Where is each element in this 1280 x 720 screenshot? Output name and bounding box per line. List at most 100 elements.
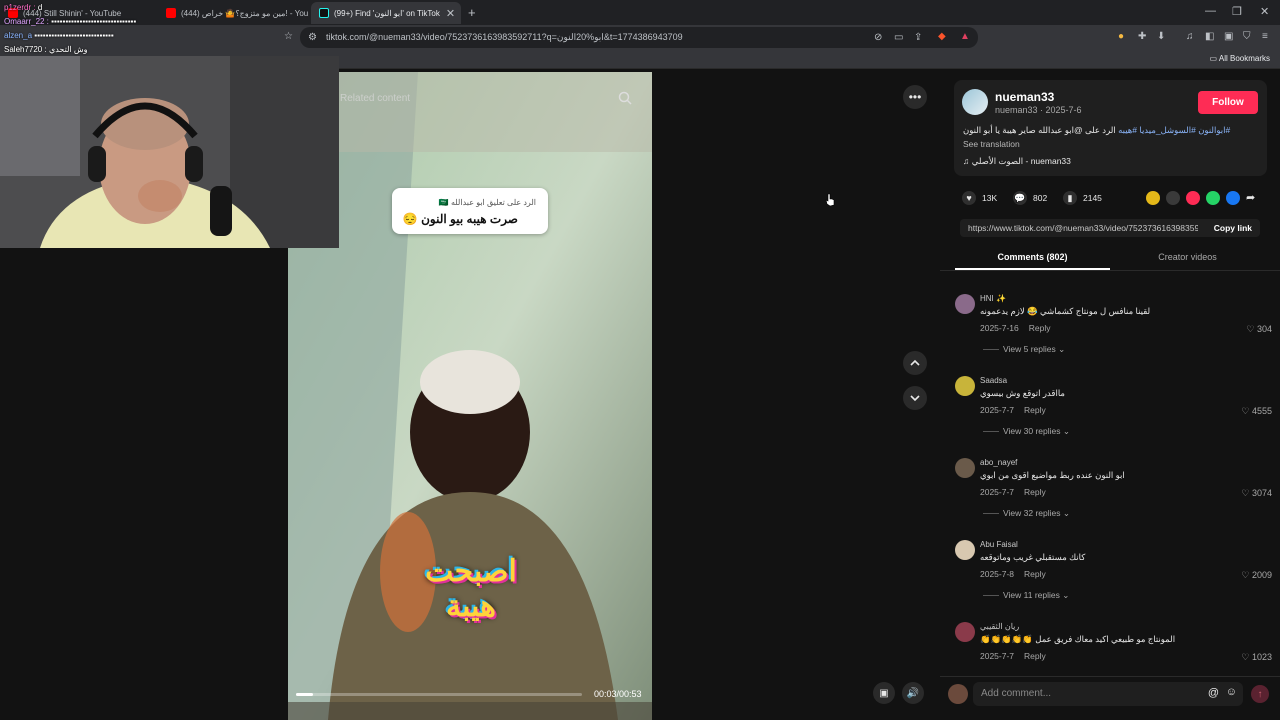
chat-text: d bbox=[37, 3, 43, 12]
comment-like[interactable]: ♡ 2009 bbox=[1241, 570, 1272, 581]
comment-stat[interactable]: 💬 802 bbox=[1013, 191, 1047, 205]
comment-count: 802 bbox=[1033, 193, 1048, 203]
extension-icon[interactable]: ● bbox=[1118, 31, 1124, 42]
view-replies-button[interactable]: View 11 replies ⌄ bbox=[983, 590, 1069, 601]
description-text: الرد على @ابو عبدالله صاير هيبة يا أبو ا… bbox=[963, 125, 1116, 135]
comment-username[interactable]: ريان الثقيبي bbox=[980, 622, 1019, 631]
comment-date: 2025-7-8 bbox=[980, 569, 1015, 579]
media-icon[interactable]: ♫ bbox=[1186, 31, 1194, 42]
close-window-icon[interactable]: ✕ bbox=[1260, 5, 1269, 18]
chevron-down-icon: ⌄ bbox=[1062, 426, 1070, 436]
see-translation-link[interactable]: See translation bbox=[963, 139, 1020, 149]
streamer-webcam bbox=[0, 56, 339, 248]
mention-icon[interactable]: @ bbox=[1208, 687, 1219, 699]
comment-avatar[interactable] bbox=[955, 622, 975, 642]
follow-button[interactable]: Follow bbox=[1198, 91, 1258, 114]
view-replies-label: View 5 replies bbox=[1003, 344, 1056, 354]
wallet-icon[interactable]: ▣ bbox=[1224, 31, 1233, 42]
cast-icon[interactable]: ▭ bbox=[894, 32, 903, 43]
add-comment-input[interactable]: Add comment... @ ☺ bbox=[973, 682, 1243, 706]
reply-button[interactable]: Reply bbox=[1024, 405, 1046, 415]
browser-tab-strip: (444) Still Shinin' - YouTube (444) مين … bbox=[0, 0, 1280, 25]
video-link-text[interactable]: https://www.tiktok.com/@nueman33/video/7… bbox=[968, 223, 1198, 233]
emoji-icon[interactable]: ☺ bbox=[1226, 686, 1237, 698]
downloads-icon[interactable]: ⬇ bbox=[1157, 31, 1165, 42]
save-stat[interactable]: ▮ 2145 bbox=[1063, 191, 1102, 205]
site-info-icon[interactable]: ⚙ bbox=[308, 32, 317, 43]
tracking-icon[interactable]: ⊘ bbox=[874, 32, 882, 43]
chat-text: ▪▪▪▪▪▪▪▪▪▪▪▪▪▪▪▪▪▪▪▪▪▪▪▪▪▪▪▪ bbox=[34, 31, 114, 40]
reply-button[interactable]: Reply bbox=[1024, 487, 1046, 497]
address-bar[interactable]: ⚙ tiktok.com/@nueman33/video/75237361639… bbox=[300, 27, 978, 48]
facebook-icon[interactable] bbox=[1226, 191, 1240, 205]
comment-username[interactable]: Abu Faisal bbox=[980, 540, 1018, 549]
volume-button[interactable]: 🔊 bbox=[902, 682, 924, 704]
menu-icon[interactable]: ≡ bbox=[1262, 31, 1268, 42]
comment-date: 2025-7-16 bbox=[980, 323, 1019, 333]
comment-avatar[interactable] bbox=[955, 458, 975, 478]
extensions-puzzle-icon[interactable]: ✚ bbox=[1138, 31, 1146, 42]
vpn-icon[interactable]: ⛉ bbox=[1243, 31, 1251, 42]
previous-video-button[interactable] bbox=[903, 351, 927, 375]
comment-avatar[interactable] bbox=[955, 294, 975, 314]
url-text[interactable]: tiktok.com/@nueman33/video/7523736163983… bbox=[326, 32, 683, 43]
send-to-friends-icon[interactable] bbox=[1186, 191, 1200, 205]
author-avatar[interactable] bbox=[962, 89, 988, 115]
related-content-label[interactable]: Related content bbox=[340, 93, 410, 104]
minimize-icon[interactable]: — bbox=[1205, 5, 1216, 17]
mini-player-icon: ▣ bbox=[879, 687, 889, 699]
brave-rewards-icon[interactable]: ▲ bbox=[960, 31, 970, 42]
comment-like[interactable]: ♡ 4555 bbox=[1241, 406, 1272, 417]
video-description: #ابوالنون #السوشل_ميديا #هيبه الرد على @… bbox=[963, 125, 1235, 136]
author-username[interactable]: nueman33 bbox=[995, 90, 1054, 104]
share-page-icon[interactable]: ⇪ bbox=[914, 32, 922, 43]
reply-button[interactable]: Reply bbox=[1029, 323, 1051, 333]
add-comment-placeholder: Add comment... bbox=[981, 688, 1052, 699]
tab-comments[interactable]: Comments (802) bbox=[955, 252, 1110, 262]
close-tab-icon[interactable]: ✕ bbox=[440, 7, 455, 20]
all-bookmarks-button[interactable]: ▭ All Bookmarks bbox=[1210, 54, 1270, 63]
comment-username[interactable]: abo_nayef bbox=[980, 458, 1017, 467]
comment-item: Abu Faisal كانك مستقبلي غريب وماتوقعه 20… bbox=[955, 534, 1275, 616]
maximize-icon[interactable]: ❐ bbox=[1232, 5, 1242, 18]
comment-like-count: 1023 bbox=[1251, 652, 1272, 662]
post-comment-button[interactable]: ↑ bbox=[1251, 685, 1269, 703]
view-replies-button[interactable]: View 5 replies ⌄ bbox=[983, 344, 1065, 355]
comment-avatar[interactable] bbox=[955, 376, 975, 396]
comment-username[interactable]: HNI ✨ bbox=[980, 294, 1006, 303]
like-stat[interactable]: ♥ 13K bbox=[962, 191, 997, 205]
comment-like[interactable]: ♡ 304 bbox=[1246, 324, 1272, 335]
bookmark-star-icon[interactable]: ☆ bbox=[284, 31, 293, 42]
music-link[interactable]: ♫ الصوت الأصلي - nueman33 bbox=[963, 156, 1071, 167]
next-video-button[interactable] bbox=[903, 386, 927, 410]
comment-text: كانك مستقبلي غريب وماتوقعه bbox=[980, 552, 1086, 562]
new-tab-button[interactable]: + bbox=[468, 5, 476, 20]
more-options-button[interactable]: ••• bbox=[903, 85, 927, 109]
mini-player-button[interactable]: ▣ bbox=[873, 682, 895, 704]
video-progress-bar[interactable] bbox=[296, 693, 582, 696]
video-search-icon[interactable] bbox=[618, 91, 632, 105]
view-replies-button[interactable]: View 32 replies ⌄ bbox=[983, 508, 1070, 519]
comment-date: 2025-7-7 bbox=[980, 405, 1015, 415]
chat-user: p1zerdr : bbox=[4, 3, 36, 12]
description-hashtags[interactable]: #ابوالنون #السوشل_ميديا #هيبه bbox=[1118, 125, 1230, 135]
whatsapp-icon[interactable] bbox=[1206, 191, 1220, 205]
sidebar-icon[interactable]: ◧ bbox=[1205, 31, 1214, 42]
comment-avatar[interactable] bbox=[955, 540, 975, 560]
tab-creator-videos[interactable]: Creator videos bbox=[1110, 252, 1265, 262]
embed-icon[interactable] bbox=[1166, 191, 1180, 205]
comment-like[interactable]: ♡ 1023 bbox=[1241, 652, 1272, 663]
friends-share-icon[interactable] bbox=[1146, 191, 1160, 205]
video-time: 00:03/00:53 bbox=[594, 689, 642, 699]
reply-button[interactable]: Reply bbox=[1024, 569, 1046, 579]
share-arrow-icon[interactable]: ➦ bbox=[1246, 191, 1260, 205]
comment-username[interactable]: Saadsa bbox=[980, 376, 1007, 385]
reply-button[interactable]: Reply bbox=[1024, 651, 1046, 661]
tiktok-icon bbox=[319, 8, 329, 18]
view-replies-button[interactable]: View 30 replies ⌄ bbox=[983, 426, 1070, 437]
copy-link-button[interactable]: Copy link bbox=[1214, 223, 1252, 233]
comment-like[interactable]: ♡ 3074 bbox=[1241, 488, 1272, 499]
browser-tab-active[interactable]: (99+) Find 'ابو النون' on TikTok ✕ bbox=[311, 2, 461, 24]
chevron-up-icon bbox=[910, 359, 920, 366]
brave-shields-icon[interactable]: ◆ bbox=[938, 31, 946, 42]
